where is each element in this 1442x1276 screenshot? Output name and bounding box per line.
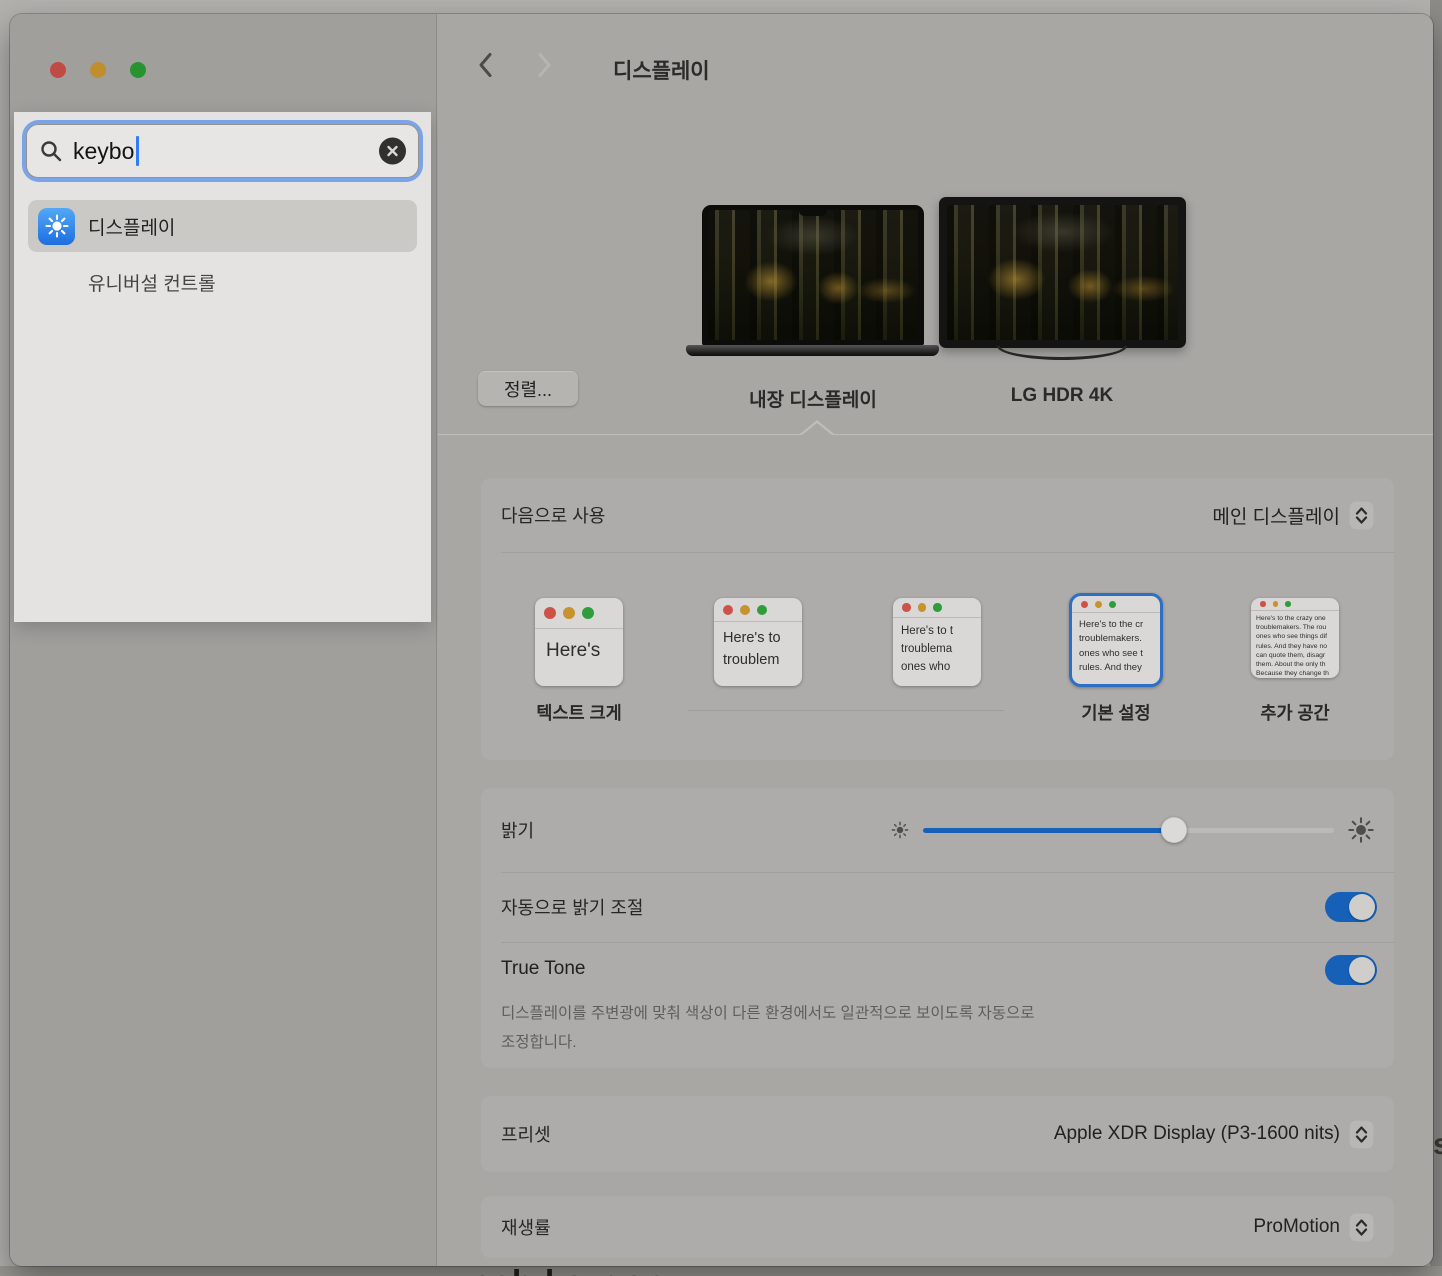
mini-window-titlebar (714, 598, 802, 622)
brightness-sun-icon (44, 213, 70, 239)
search-result-label: 유니버설 컨트롤 (88, 269, 216, 296)
sidebar: keybo (10, 14, 437, 1266)
scaling-option-2[interactable]: Here's to troublem (714, 598, 802, 686)
scaling-options-connector-line (688, 710, 1004, 711)
search-result-universal-control[interactable]: 유니버설 컨트롤 (28, 260, 417, 304)
nav-controls (478, 52, 552, 78)
row-separator (501, 942, 1394, 943)
brightness-slider[interactable] (923, 817, 1334, 843)
toggle-knob (1349, 894, 1375, 920)
scaling-preview-text: Here's to the crazy one troublemakers. T… (1251, 611, 1339, 678)
chevron-up-down-icon (1349, 1120, 1374, 1149)
scaling-option-default-selected[interactable]: Here's to the cr troublemakers. ones who… (1069, 593, 1163, 687)
background-right-text: s (1433, 1128, 1442, 1162)
builtin-display-preview[interactable] (702, 205, 924, 346)
back-icon[interactable] (478, 52, 493, 78)
mini-window-titlebar (1251, 598, 1339, 611)
page-title: 디스플레이 (613, 55, 710, 85)
mini-window-titlebar (1072, 596, 1160, 613)
scaling-label-more-space: 추가 공간 (1215, 700, 1375, 725)
search-result-displays[interactable]: 디스플레이 (28, 200, 417, 252)
search-input[interactable]: keybo (26, 124, 419, 178)
search-result-label: 디스플레이 (88, 213, 175, 240)
toggle-knob (1349, 957, 1375, 983)
display-settings-group: 다음으로 사용 메인 디스플레이 Here's (481, 478, 1394, 760)
scaling-option-larger-text[interactable]: Here's (535, 598, 623, 686)
use-as-dropdown[interactable]: 메인 디스플레이 (1212, 501, 1374, 530)
preset-dropdown[interactable]: Apple XDR Display (P3-1600 nits) (1054, 1120, 1374, 1149)
wallpaper-forest-image (947, 205, 1178, 340)
row-separator (501, 552, 1394, 553)
traffic-lights (50, 62, 146, 78)
display-settings-icon (38, 208, 75, 245)
screenshot-root: s ssh-keygen keybo (0, 0, 1442, 1276)
main-content: 디스플레이 내장 디스플레이 LG HDR 4K 정렬... 다음으로 사용 (438, 14, 1433, 1266)
chevron-up-down-icon (1349, 501, 1374, 530)
brightness-high-icon (1348, 817, 1374, 843)
true-tone-description: 디스플레이를 주변광에 맞춰 색상이 다른 환경에서도 일관적으로 보이도록 자… (501, 1000, 1241, 1057)
preset-group: 프리셋 Apple XDR Display (P3-1600 nits) (481, 1096, 1394, 1172)
section-separator (438, 434, 1433, 435)
laptop-notch (799, 210, 827, 216)
refresh-rate-group: 재생률 ProMotion (481, 1196, 1394, 1258)
brightness-slider-wrap (891, 788, 1374, 872)
auto-brightness-toggle[interactable] (1325, 892, 1377, 922)
scaling-preview-text: Here's to t troublema ones who (893, 618, 981, 676)
search-query-text: keybo (73, 138, 134, 165)
minimize-button[interactable] (90, 62, 106, 78)
close-button[interactable] (50, 62, 66, 78)
monitor-stand (997, 346, 1127, 360)
clear-search-button[interactable] (379, 138, 406, 165)
preset-label: 프리셋 (501, 1121, 551, 1147)
scaling-preview-text: Here's to the cr troublemakers. ones who… (1072, 613, 1160, 675)
auto-brightness-label: 자동으로 밝기 조절 (501, 894, 643, 920)
scaling-label-larger-text: 텍스트 크게 (499, 700, 659, 725)
refresh-rate-dropdown[interactable]: ProMotion (1253, 1213, 1374, 1242)
use-as-row: 다음으로 사용 메인 디스플레이 (481, 478, 1394, 552)
laptop-base (686, 345, 939, 356)
preset-row: 프리셋 Apple XDR Display (P3-1600 nits) (481, 1096, 1394, 1172)
selected-display-pointer (800, 420, 834, 434)
external-display-label: LG HDR 4K (912, 385, 1212, 407)
refresh-rate-label: 재생률 (501, 1214, 551, 1240)
brightness-thumb[interactable] (1161, 817, 1187, 843)
search-focus-ring: keybo (22, 120, 423, 182)
brightness-settings-group: 밝기 (481, 788, 1394, 1068)
brightness-label: 밝기 (501, 817, 534, 843)
close-icon (386, 145, 399, 158)
scaling-preview-text: Here's to troublem (714, 622, 802, 672)
use-as-value: 메인 디스플레이 (1212, 502, 1340, 529)
wallpaper-forest-image (708, 210, 918, 340)
refresh-rate-value: ProMotion (1253, 1216, 1340, 1238)
system-settings-window: keybo (10, 14, 1433, 1266)
preset-value: Apple XDR Display (P3-1600 nits) (1054, 1123, 1340, 1145)
true-tone-toggle[interactable] (1325, 955, 1377, 985)
use-as-label: 다음으로 사용 (501, 502, 605, 528)
refresh-rate-row: 재생률 ProMotion (481, 1196, 1394, 1258)
brightness-fill (923, 828, 1174, 833)
background-bottom-edge: ssh-keygen (0, 1266, 1442, 1276)
forward-icon[interactable] (537, 52, 552, 78)
scaling-option-3[interactable]: Here's to t troublema ones who (893, 598, 981, 686)
search-results-panel: keybo (14, 112, 431, 622)
external-display-preview[interactable] (939, 197, 1186, 348)
zoom-button[interactable] (130, 62, 146, 78)
scaling-preview-text: Here's (535, 629, 623, 662)
mini-window-titlebar (893, 598, 981, 618)
search-icon (39, 139, 63, 163)
background-terminal-text: ssh-keygen (473, 1266, 665, 1276)
arrange-button[interactable]: 정렬... (478, 371, 578, 406)
scaling-option-more-space[interactable]: Here's to the crazy one troublemakers. T… (1251, 598, 1339, 678)
text-cursor (136, 136, 139, 166)
scaling-label-default: 기본 설정 (1036, 700, 1196, 725)
mini-window-titlebar (535, 598, 623, 629)
brightness-low-icon (891, 821, 909, 839)
auto-brightness-row: 자동으로 밝기 조절 (481, 872, 1394, 942)
true-tone-label: True Tone (501, 958, 586, 980)
chevron-up-down-icon (1349, 1213, 1374, 1242)
